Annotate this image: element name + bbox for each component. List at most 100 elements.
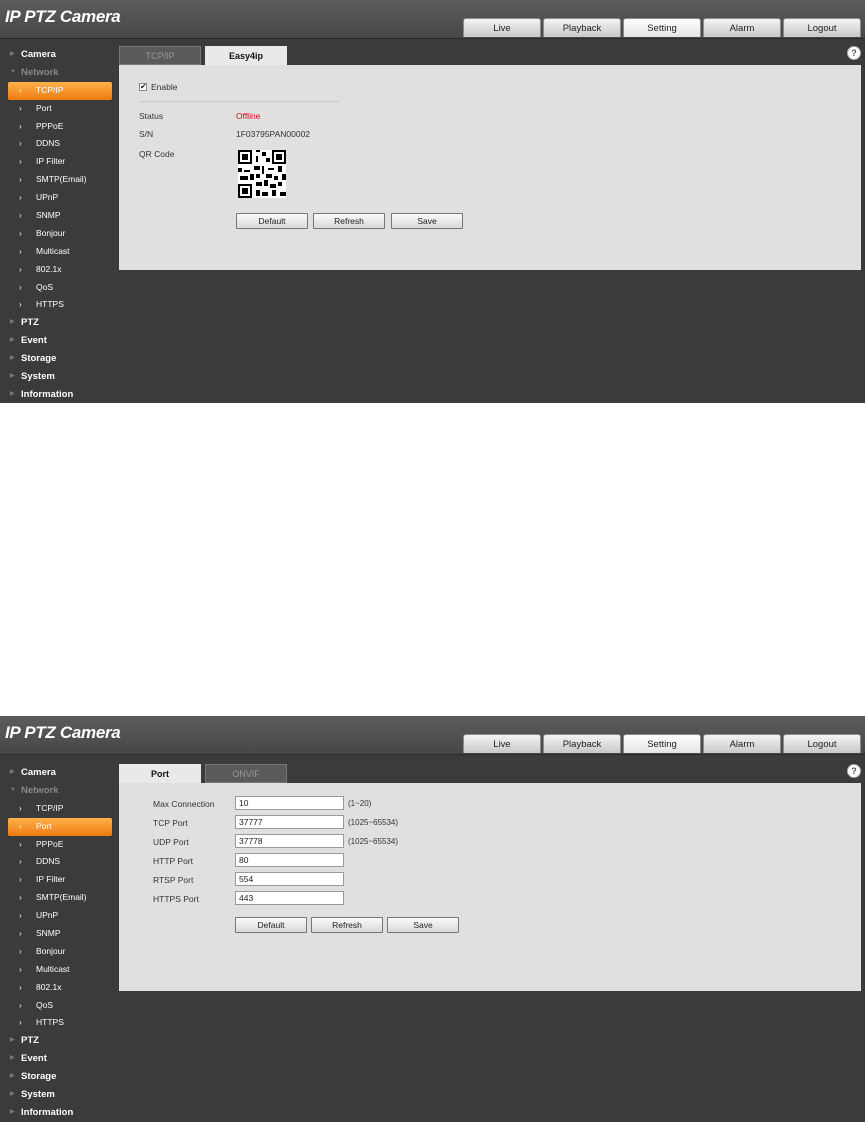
http-port-input[interactable]: 80 xyxy=(235,853,344,867)
screenshot-easy4ip: IP PTZ Camera Live Playback Setting Alar… xyxy=(0,0,865,403)
chevron-right-icon: › xyxy=(19,300,22,310)
udp-port-input[interactable]: 37778 xyxy=(235,834,344,848)
sn-value: 1F03795PAN00002 xyxy=(236,129,311,139)
qr-code-label: QR Code xyxy=(139,149,175,159)
sidebar-sub-tcpip[interactable]: › TCP/IP xyxy=(8,81,112,100)
nav-logout[interactable]: Logout xyxy=(783,734,861,753)
sidebar-sub-https[interactable]: › HTTPS xyxy=(8,296,112,314)
nav-setting[interactable]: Setting xyxy=(623,18,701,37)
chevron-right-icon: › xyxy=(19,228,22,238)
sidebar-sub-bonjour[interactable]: › Bonjour xyxy=(8,225,112,243)
max-connection-input[interactable]: 10 xyxy=(235,796,344,810)
nav-setting[interactable]: Setting xyxy=(623,734,701,753)
enable-checkbox[interactable]: ✔ xyxy=(139,83,147,91)
sidebar-sub-ddns[interactable]: › DDNS xyxy=(8,135,112,153)
sidebar-sub-port[interactable]: › Port xyxy=(8,100,112,118)
default-button[interactable]: Default xyxy=(236,213,308,229)
sidebar-item-storage[interactable]: ▶ Storage xyxy=(0,1068,118,1086)
top-bar: IP PTZ Camera Live Playback Setting Alar… xyxy=(0,0,865,39)
sidebar-sub-ddns[interactable]: › DDNS xyxy=(8,853,112,871)
chevron-right-icon: › xyxy=(19,193,22,203)
chevron-right-icon: › xyxy=(19,1000,22,1010)
help-icon[interactable]: ? xyxy=(847,46,861,60)
sidebar-item-ptz[interactable]: ▶ PTZ xyxy=(0,1032,118,1050)
sidebar-sub-smtp[interactable]: › SMTP(Email) xyxy=(8,171,112,189)
refresh-button[interactable]: Refresh xyxy=(311,917,383,933)
collapsed-arrow-icon: ▶ xyxy=(10,1108,15,1115)
sidebar-item-information[interactable]: ▶ Information xyxy=(0,386,118,403)
field-label: HTTP Port xyxy=(153,856,193,866)
sidebar-sub-ip-filter[interactable]: › IP Filter xyxy=(8,871,112,889)
field-label: RTSP Port xyxy=(153,875,194,885)
rtsp-port-input[interactable]: 554 xyxy=(235,872,344,886)
sidebar-sub-multicast[interactable]: › Multicast xyxy=(8,961,112,979)
chevron-right-icon: › xyxy=(19,211,22,221)
expanded-arrow-icon: ▼ xyxy=(10,786,16,793)
sidebar-item-network[interactable]: ▼ Network xyxy=(0,782,118,800)
sidebar-sub-ip-filter[interactable]: › IP Filter xyxy=(8,153,112,171)
help-icon[interactable]: ? xyxy=(847,764,861,778)
sidebar-item-event[interactable]: ▶ Event xyxy=(0,1050,118,1068)
range-hint: (1025~65534) xyxy=(348,818,399,827)
sidebar-sub-bonjour[interactable]: › Bonjour xyxy=(8,943,112,961)
sidebar-sub-qos[interactable]: › QoS xyxy=(8,279,112,297)
sidebar-sub-port[interactable]: › Port xyxy=(8,817,112,836)
nav-playback[interactable]: Playback xyxy=(543,18,621,37)
sidebar-sub-8021x[interactable]: › 802.1x xyxy=(8,261,112,279)
save-button[interactable]: Save xyxy=(391,213,463,229)
save-button[interactable]: Save xyxy=(387,917,459,933)
tab-onvif[interactable]: ONVIF xyxy=(205,764,287,783)
sidebar-sub-snmp[interactable]: › SNMP xyxy=(8,207,112,225)
https-port-input[interactable]: 443 xyxy=(235,891,344,905)
easy4ip-panel: ✔ Enable Status Offline S/N 1F03795PAN00… xyxy=(119,65,861,270)
collapsed-arrow-icon: ▶ xyxy=(10,337,15,344)
sidebar-item-system[interactable]: ▶ System xyxy=(0,368,118,386)
nav-alarm[interactable]: Alarm xyxy=(703,734,781,753)
sidebar-item-information[interactable]: ▶ Information xyxy=(0,1104,118,1122)
sidebar-item-camera[interactable]: ▶ Camera xyxy=(0,764,118,782)
collapsed-arrow-icon: ▶ xyxy=(10,1055,15,1062)
chevron-right-icon: › xyxy=(19,139,22,149)
sidebar-sub-pppoe[interactable]: › PPPoE xyxy=(8,836,112,854)
sidebar: ▶ Camera ▼ Network › TCP/IP › Port › PPPoE › D… xyxy=(0,46,118,403)
sidebar-item-ptz[interactable]: ▶ PTZ xyxy=(0,314,118,332)
nav-playback[interactable]: Playback xyxy=(543,734,621,753)
sidebar-sub-snmp[interactable]: › SNMP xyxy=(8,925,112,943)
nav-live[interactable]: Live xyxy=(463,18,541,37)
sidebar-sub-multicast[interactable]: › Multicast xyxy=(8,243,112,261)
sidebar-sub-https[interactable]: › HTTPS xyxy=(8,1014,112,1032)
sidebar-sub-qos[interactable]: › QoS xyxy=(8,997,112,1015)
tab-port[interactable]: Port xyxy=(119,764,201,783)
chevron-right-icon: › xyxy=(19,964,22,974)
app-logo: IP PTZ Camera xyxy=(5,7,121,26)
sidebar-sub-smtp[interactable]: › SMTP(Email) xyxy=(8,889,112,907)
tab-easy4ip[interactable]: Easy4ip xyxy=(205,46,287,65)
sidebar-sub-upnp[interactable]: › UPnP xyxy=(8,189,112,207)
refresh-button[interactable]: Refresh xyxy=(313,213,385,229)
qr-code-image xyxy=(238,150,286,198)
nav-logout[interactable]: Logout xyxy=(783,18,861,37)
chevron-right-icon: › xyxy=(19,282,22,292)
chevron-right-icon: › xyxy=(19,121,22,131)
chevron-right-icon: › xyxy=(19,893,22,903)
sidebar-sub-pppoe[interactable]: › PPPoE xyxy=(8,118,112,136)
tcp-port-input[interactable]: 37777 xyxy=(235,815,344,829)
status-value: Offline xyxy=(236,111,261,121)
collapsed-arrow-icon: ▶ xyxy=(10,319,15,326)
sidebar-item-system[interactable]: ▶ System xyxy=(0,1086,118,1104)
nav-alarm[interactable]: Alarm xyxy=(703,18,781,37)
sidebar-sub-8021x[interactable]: › 802.1x xyxy=(8,979,112,997)
nav-live[interactable]: Live xyxy=(463,734,541,753)
collapsed-arrow-icon: ▶ xyxy=(10,769,15,775)
chevron-right-icon: › xyxy=(19,264,22,274)
sidebar-item-network[interactable]: ▼ Network xyxy=(0,64,118,82)
sidebar-item-event[interactable]: ▶ Event xyxy=(0,332,118,350)
sidebar-item-camera[interactable]: ▶ Camera xyxy=(0,46,118,64)
chevron-right-icon: › xyxy=(19,875,22,885)
chevron-right-icon: › xyxy=(19,929,22,939)
default-button[interactable]: Default xyxy=(235,917,307,933)
sidebar-item-storage[interactable]: ▶ Storage xyxy=(0,350,118,368)
tab-tcpip[interactable]: TCP/IP xyxy=(119,46,201,65)
sidebar-sub-tcpip[interactable]: › TCP/IP xyxy=(8,800,112,818)
sidebar-sub-upnp[interactable]: › UPnP xyxy=(8,907,112,925)
